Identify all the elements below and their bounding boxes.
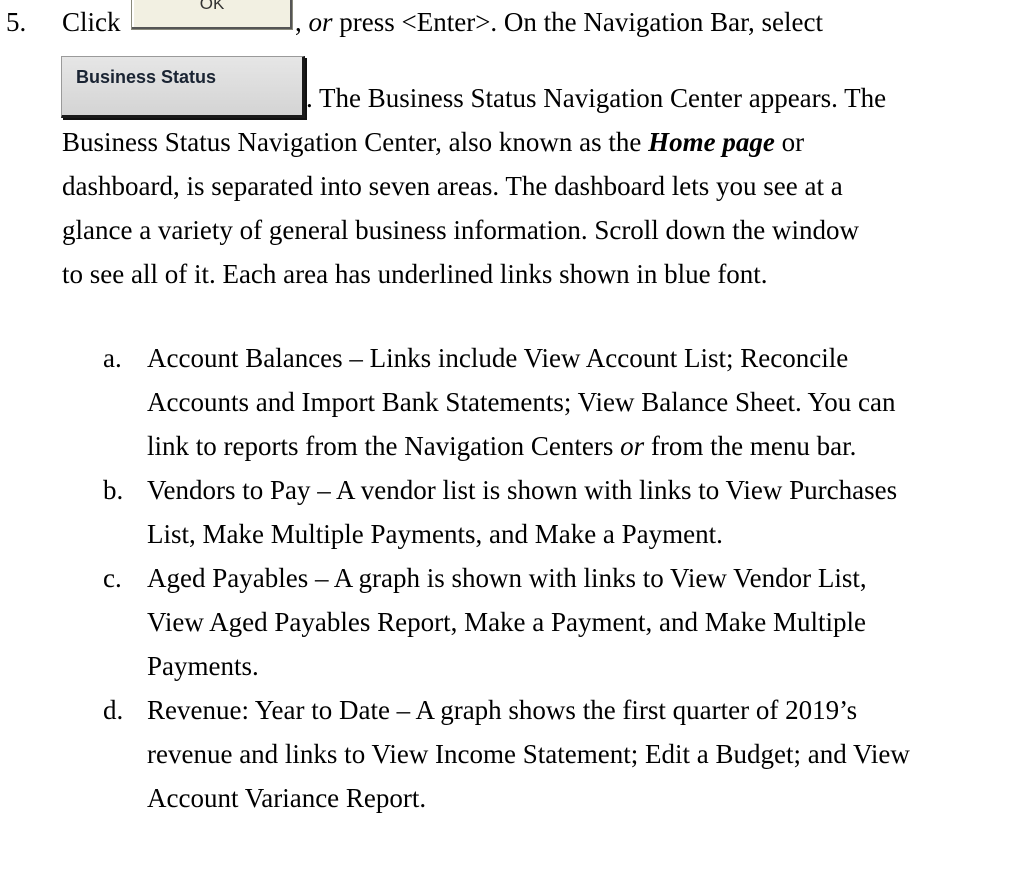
line3-after: or [774,127,805,157]
step-line-1-rest: , or press <Enter>. On the Navigation Ba… [295,2,823,42]
business-status-button-label: Business Status [76,67,217,87]
business-status-button-image: Business Status [61,56,305,118]
step-line-2: . The Business Status Navigation Center … [306,83,887,113]
substep-letter: a. [103,343,122,373]
step-line-4: dashboard, is separated into seven areas… [62,171,843,201]
substep-a-last-before: link to reports from the Navigation Cent… [147,431,621,461]
step-line-6: to see all of it. Each area has underlin… [62,259,768,289]
line3-before: Business Status Navigation Center, also … [62,127,649,157]
comma-text: , [295,7,309,37]
step-number: 5. [6,7,27,37]
substep-line: Payments. [147,651,259,681]
click-text: Click [62,7,121,37]
or-emphasis: or [620,431,645,461]
substep-line: revenue and links to View Income Stateme… [147,739,910,769]
ok-button-label: OK [199,0,225,13]
substep-line: Account Variance Report. [147,783,427,813]
substep-line: Aged Payables – A graph is shown with li… [147,563,867,593]
ok-button-image: OK [131,0,293,30]
substep-line: Revenue: Year to Date – A graph shows th… [147,695,858,725]
step-line-1: Click [62,2,121,42]
substep-letter: c. [103,563,122,593]
or-emphasis: or [308,7,333,37]
step-line-5: glance a variety of general business inf… [62,215,860,245]
substep-letter: b. [103,475,124,505]
substep-line: link to reports from the Navigation Cent… [147,426,856,466]
step-line-3: Business Status Navigation Center, also … [62,122,804,162]
substep-line: Accounts and Import Bank Statements; Vie… [147,387,896,417]
substep-line: Vendors to Pay – A vendor list is shown … [147,475,898,505]
substep-a-last-after: from the menu bar. [644,431,857,461]
home-page-emphasis: Home page [648,127,775,157]
substep-line: List, Make Multiple Payments, and Make a… [147,519,723,549]
press-enter-text: press <Enter>. On the Navigation Bar, se… [332,7,823,37]
substep-line: View Aged Payables Report, Make a Paymen… [147,607,866,637]
substep-letter: d. [103,695,124,725]
substep-line: Account Balances – Links include View Ac… [147,343,849,373]
